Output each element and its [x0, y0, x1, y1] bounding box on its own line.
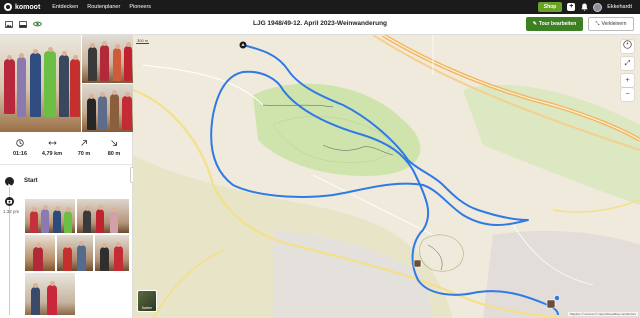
- tour-photo-gallery: [0, 35, 133, 132]
- photo-person: [83, 206, 91, 233]
- photo-person: [41, 205, 49, 233]
- timeline-photo[interactable]: [25, 235, 55, 271]
- tour-photo-main[interactable]: [0, 35, 81, 132]
- photo-person: [100, 243, 109, 271]
- map-layers-button[interactable]: Karten: [137, 290, 157, 312]
- map-attribution[interactable]: Mapbox © komoot © OpenStreetMap contribu…: [568, 312, 638, 316]
- top-navigation-bar: komoot Entdecken Routenplaner Pioneers S…: [0, 0, 640, 14]
- user-avatar[interactable]: [593, 2, 603, 12]
- komoot-logo-icon: [4, 3, 12, 11]
- duration-stat: 01:16: [5, 139, 35, 157]
- photo-person: [122, 92, 132, 130]
- photo-person: [53, 206, 61, 233]
- nav-pioneers[interactable]: Pioneers: [129, 4, 151, 10]
- zoom-in-icon[interactable]: +: [621, 74, 634, 87]
- photo-person: [100, 41, 109, 81]
- photo-person: [96, 205, 104, 233]
- compass-icon[interactable]: [621, 40, 634, 53]
- tour-sidebar: 01:16 4,79 km 70 m 80 m Start 1:32 pm: [0, 35, 133, 318]
- start-play-icon[interactable]: [5, 177, 14, 188]
- photo-person: [87, 94, 96, 130]
- photo-person: [33, 243, 43, 271]
- timeline-photo-grid: [25, 199, 129, 318]
- descent-icon: [99, 139, 129, 148]
- shop-button[interactable]: Shop: [537, 2, 563, 12]
- photo-person: [44, 47, 56, 117]
- tour-photo-3[interactable]: [82, 84, 133, 132]
- camera-icon: [5, 197, 14, 206]
- timeline-photo[interactable]: [25, 273, 75, 315]
- shrink-button[interactable]: ⤡ Verkleinern: [588, 17, 634, 31]
- fullscreen-icon[interactable]: ⤢: [621, 57, 634, 70]
- tour-photo-2[interactable]: [82, 35, 133, 83]
- plus-icon[interactable]: +: [567, 3, 576, 11]
- timeline-photo[interactable]: [25, 199, 75, 233]
- nav-entdecken[interactable]: Entdecken: [52, 4, 78, 10]
- photo-person: [30, 49, 41, 117]
- map-scale-label: 300 m: [136, 38, 150, 44]
- brand-name: komoot: [15, 3, 41, 11]
- photo-person: [110, 90, 119, 130]
- photo-timestamp: 1:32 pm: [3, 209, 20, 214]
- timeline-photo[interactable]: [95, 235, 129, 271]
- map-canvas: [133, 35, 640, 318]
- zoom-out-icon[interactable]: −: [621, 88, 634, 101]
- shrink-icon: ⤡: [595, 21, 600, 27]
- komoot-logo[interactable]: komoot: [4, 3, 40, 11]
- distance-value: 4,79 km: [41, 151, 63, 157]
- photo-person: [98, 92, 107, 130]
- photo-person: [31, 283, 40, 315]
- photo-person: [30, 207, 38, 233]
- photo-person: [110, 207, 118, 233]
- photo-person: [59, 51, 69, 117]
- map-layers-label: Karten: [141, 306, 153, 310]
- timeline-photo[interactable]: [77, 199, 129, 233]
- photo-person: [64, 207, 72, 233]
- pencil-icon: ✎: [532, 21, 537, 27]
- tour-stats: 01:16 4,79 km 70 m 80 m: [0, 139, 133, 165]
- photo-person: [124, 42, 132, 81]
- duration-value: 01:16: [12, 151, 28, 157]
- photo-person: [77, 241, 86, 271]
- timeline-start-label: Start: [24, 178, 38, 184]
- timeline-photo[interactable]: [57, 235, 93, 271]
- distance-icon: [37, 139, 67, 148]
- ascent-value: 70 m: [77, 151, 91, 157]
- photo-person: [113, 44, 121, 81]
- distance-stat: 4,79 km: [37, 139, 67, 157]
- tour-map[interactable]: [133, 35, 640, 318]
- ascent-icon: [69, 139, 99, 148]
- descent-stat: 80 m: [99, 139, 129, 157]
- edit-tour-label: Tour bearbeiten: [538, 21, 577, 27]
- photo-person: [70, 55, 80, 117]
- photo-person: [47, 281, 57, 315]
- ascent-stat: 70 m: [69, 139, 99, 157]
- username[interactable]: Ekkehardt: [607, 4, 632, 10]
- bell-icon[interactable]: [580, 3, 588, 11]
- photo-person: [17, 53, 26, 117]
- photo-person: [88, 43, 97, 81]
- photo-person: [114, 242, 123, 271]
- nav-routenplaner[interactable]: Routenplaner: [87, 4, 120, 10]
- edit-tour-button[interactable]: ✎ Tour bearbeiten: [526, 17, 583, 31]
- clock-icon: [5, 139, 35, 148]
- tour-header: LJG 1948/49-12. April 2023-Weinwanderung…: [0, 14, 640, 35]
- photo-person: [63, 243, 72, 271]
- photo-person: [4, 55, 15, 114]
- shrink-label: Verkleinern: [601, 21, 627, 27]
- descent-value: 80 m: [107, 151, 121, 157]
